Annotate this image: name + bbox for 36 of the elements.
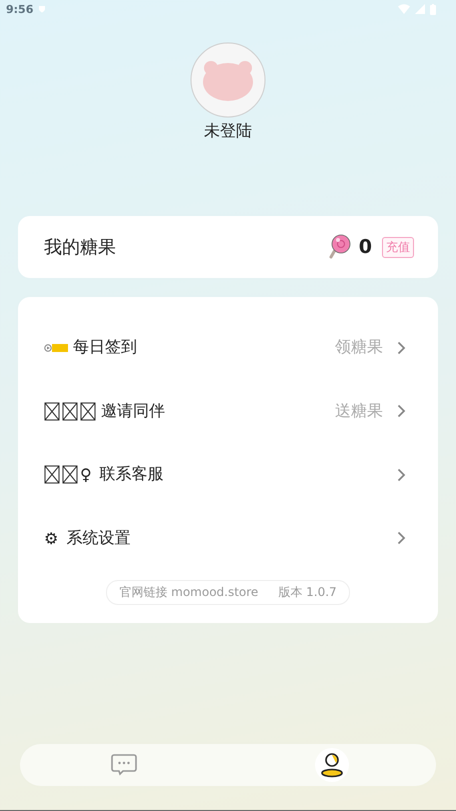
menu-label: 邀请同伴 <box>101 400 165 422</box>
chevron-right-icon <box>397 468 406 482</box>
symbol-icon: ♀ <box>80 465 92 484</box>
person-icon <box>319 752 345 778</box>
missing-glyph-icon <box>62 465 78 484</box>
chat-icon <box>111 754 137 776</box>
lollipop-icon <box>328 234 351 260</box>
chevron-right-icon <box>397 531 406 546</box>
menu-hint: 送糖果 <box>335 400 383 422</box>
username-label: 未登陆 <box>204 121 252 142</box>
menu-label: 系统设置 <box>66 528 130 549</box>
menu-item[interactable]: 每日签到 领糖果 <box>18 316 438 380</box>
menu-item[interactable]: 邀请同伴 送糖果 <box>18 380 438 443</box>
avatar-icon <box>190 42 266 118</box>
version-label: 版本 1.0.7 <box>278 584 337 601</box>
tag-icon <box>44 342 68 354</box>
missing-glyph-icon <box>44 465 60 484</box>
menu-item[interactable]: ⚙ 系统设置 <box>18 506 438 570</box>
missing-glyph-icon <box>80 402 96 421</box>
shield-icon <box>38 5 46 13</box>
wifi-icon <box>398 4 410 14</box>
menu-item[interactable]: ♀ 联系客服 <box>18 443 438 506</box>
chevron-right-icon <box>397 340 406 355</box>
status-time: 9:56 <box>6 2 34 16</box>
symbol-icon: ⚙ <box>44 528 58 548</box>
candy-label: 我的糖果 <box>44 236 116 259</box>
menu-hint: 领糖果 <box>335 337 383 358</box>
battery-icon <box>430 4 436 14</box>
signal-icon <box>415 4 425 14</box>
missing-glyph-icon <box>44 402 60 421</box>
menu-label: 每日签到 <box>73 337 137 358</box>
candy-count: 0 <box>358 236 372 258</box>
nav-tab[interactable] <box>315 748 349 782</box>
menu-label: 联系客服 <box>100 464 164 486</box>
chevron-right-icon <box>397 404 406 418</box>
missing-glyph-icon <box>62 402 78 421</box>
